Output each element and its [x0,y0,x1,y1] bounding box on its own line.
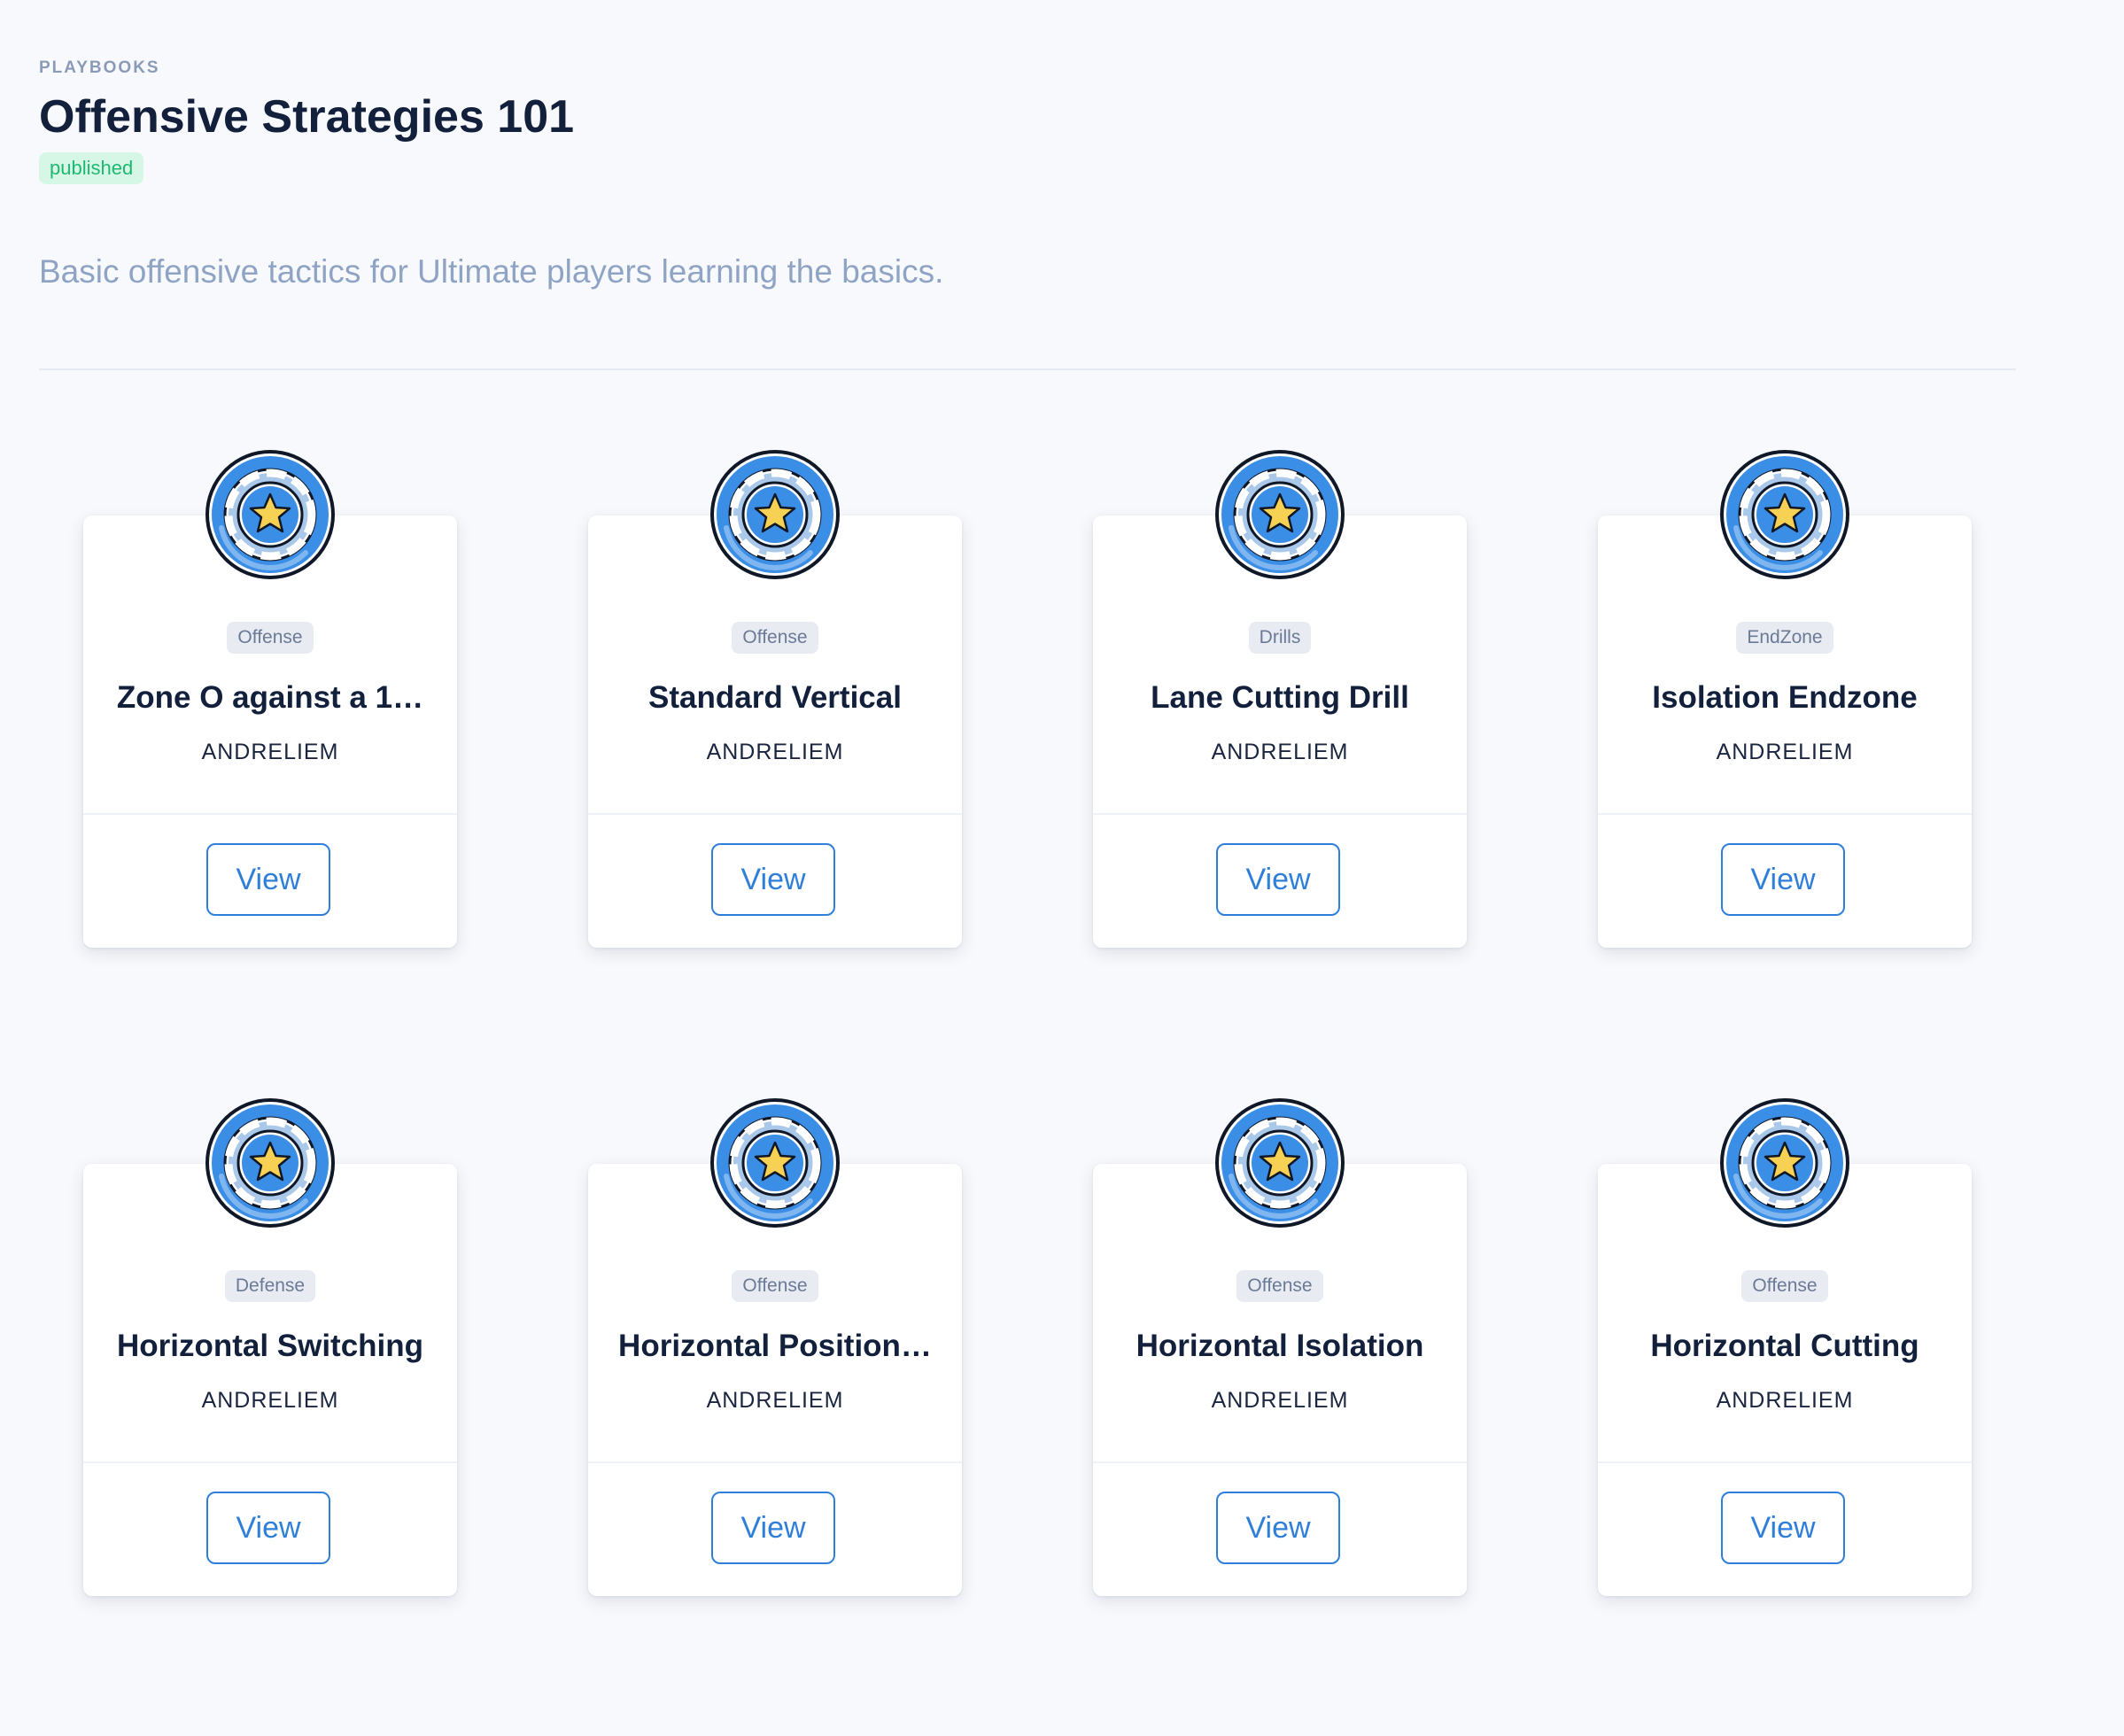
category-tag: Offense [1093,1270,1467,1302]
page-title: Offensive Strategies 101 [39,91,575,143]
view-button[interactable]: View [711,843,835,916]
card-title: Lane Cutting Drill [1151,680,1409,715]
card-author: ANDRELIEM [1716,740,1854,764]
view-button[interactable]: View [1721,1492,1845,1564]
card-author: ANDRELIEM [1211,1388,1349,1413]
card-title: Isolation Endzone [1652,680,1918,715]
card-author: ANDRELIEM [201,740,339,764]
card-title: Horizontal Isolation [1136,1329,1424,1363]
card-divider [83,813,457,815]
medal-star-icon [204,1097,337,1229]
card-divider [1093,813,1467,815]
play-card: Offense Horizontal Cutting ANDRELIEM Vie… [1598,1098,1972,1596]
medal-star-icon [709,448,841,581]
play-card: Defense Horizontal Switching ANDRELIEM V… [83,1098,457,1596]
view-button[interactable]: View [1216,843,1340,916]
card-title: Zone O against a 1… [116,680,424,715]
medal-star-icon [709,1097,841,1229]
card-title: Horizontal Switching [116,1329,424,1363]
page-header: PLAYBOOKS Offensive Strategies 101 publi… [39,58,574,184]
view-button[interactable]: View [206,843,330,916]
medal-star-icon [1213,448,1346,581]
card-divider [83,1461,457,1463]
play-card: Offense Horizontal Isolation ANDRELIEM V… [1093,1098,1467,1596]
medal-star-icon [1213,1097,1346,1229]
card-divider [588,1461,962,1463]
category-tag: Offense [588,622,962,654]
play-card: Offense Zone O against a 1… ANDRELIEM Vi… [83,450,457,948]
card-divider [588,813,962,815]
category-tag: Offense [83,622,457,654]
card-divider [1598,813,1972,815]
play-card: Offense Horizontal Position… ANDRELIEM V… [588,1098,962,1596]
play-card: Drills Lane Cutting Drill ANDRELIEM View [1093,450,1467,948]
view-button[interactable]: View [711,1492,835,1564]
category-tag: Drills [1093,622,1467,654]
divider [39,368,2016,370]
medal-star-icon [1718,448,1851,581]
view-button[interactable]: View [1721,843,1845,916]
category-tag: Defense [83,1270,457,1302]
view-button[interactable]: View [206,1492,330,1564]
view-button[interactable]: View [1216,1492,1340,1564]
card-divider [1598,1461,1972,1463]
section-eyebrow: PLAYBOOKS [39,58,160,77]
category-tag: Offense [588,1270,962,1302]
card-author: ANDRELIEM [706,740,844,764]
card-title: Standard Vertical [648,680,902,715]
status-badge: published [39,152,144,184]
card-title: Horizontal Cutting [1650,1329,1919,1363]
card-author: ANDRELIEM [1211,740,1349,764]
card-author: ANDRELIEM [1716,1388,1854,1413]
play-card: EndZone Isolation Endzone ANDRELIEM View [1598,450,1972,948]
playbook-description: Basic offensive tactics for Ultimate pla… [39,253,944,290]
category-tag: Offense [1598,1270,1972,1302]
card-title: Horizontal Position… [618,1329,932,1363]
category-tag: EndZone [1598,622,1972,654]
play-card: Offense Standard Vertical ANDRELIEM View [588,450,962,948]
card-divider [1093,1461,1467,1463]
card-author: ANDRELIEM [201,1388,339,1413]
medal-star-icon [204,448,337,581]
medal-star-icon [1718,1097,1851,1229]
card-author: ANDRELIEM [706,1388,844,1413]
